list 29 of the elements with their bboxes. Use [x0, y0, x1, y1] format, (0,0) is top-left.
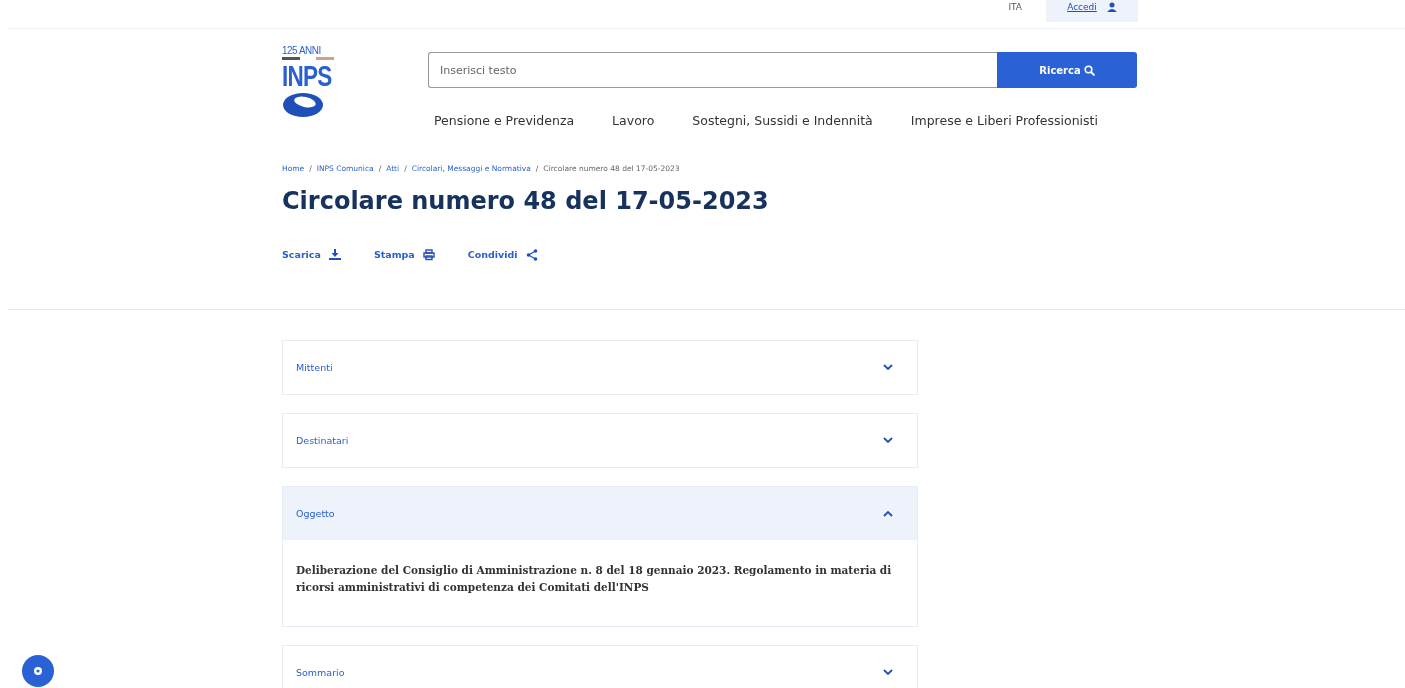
chevron-down-icon — [883, 364, 893, 371]
accordion-header[interactable]: Oggetto — [283, 487, 917, 540]
search-button[interactable]: Ricerca — [997, 52, 1137, 88]
action-link[interactable]: Stampa — [373, 249, 435, 263]
page-title: Circolare numero 48 del 17-05-2023 — [282, 187, 770, 215]
logo-anniversary: 125 ANNI — [282, 44, 321, 56]
login-button[interactable]: Accedi — [1046, 0, 1138, 22]
search-field[interactable]: Inserisci testo — [428, 52, 997, 88]
settings-icon — [33, 666, 43, 676]
nav-link[interactable]: Imprese e Liberi Professionisti — [910, 113, 1098, 128]
download-icon — [328, 249, 341, 261]
nav-link[interactable]: Pensione e Previdenza — [434, 113, 575, 128]
nav-link[interactable]: Lavoro — [612, 113, 655, 128]
action-link[interactable]: Scarica — [282, 249, 341, 263]
action-link[interactable]: Condividi — [467, 249, 538, 263]
printer-icon — [422, 249, 435, 261]
logo-stripes-icon — [282, 57, 334, 60]
language-selector[interactable]: ITA — [1008, 2, 1022, 12]
user-icon — [1106, 2, 1117, 12]
chevron-down-icon — [883, 437, 893, 444]
logo-text: INPS — [282, 61, 332, 91]
chevron-down-icon — [883, 669, 893, 676]
nav-link[interactable]: Sostegni, Sussidi e Indennità — [692, 113, 873, 128]
accordion-text: Deliberazione del Consiglio di Amministrazione n. 8 del 18 gennaio 2023. Regolamento in materia di ricorsi amministrativi di competenza dei Comitati dell'INPS — [296, 563, 893, 595]
logo-ring-icon — [282, 92, 324, 118]
chevron-up-icon — [883, 510, 893, 517]
search-icon — [1083, 64, 1095, 76]
share-icon — [525, 249, 538, 261]
settings-button[interactable] — [22, 655, 54, 687]
